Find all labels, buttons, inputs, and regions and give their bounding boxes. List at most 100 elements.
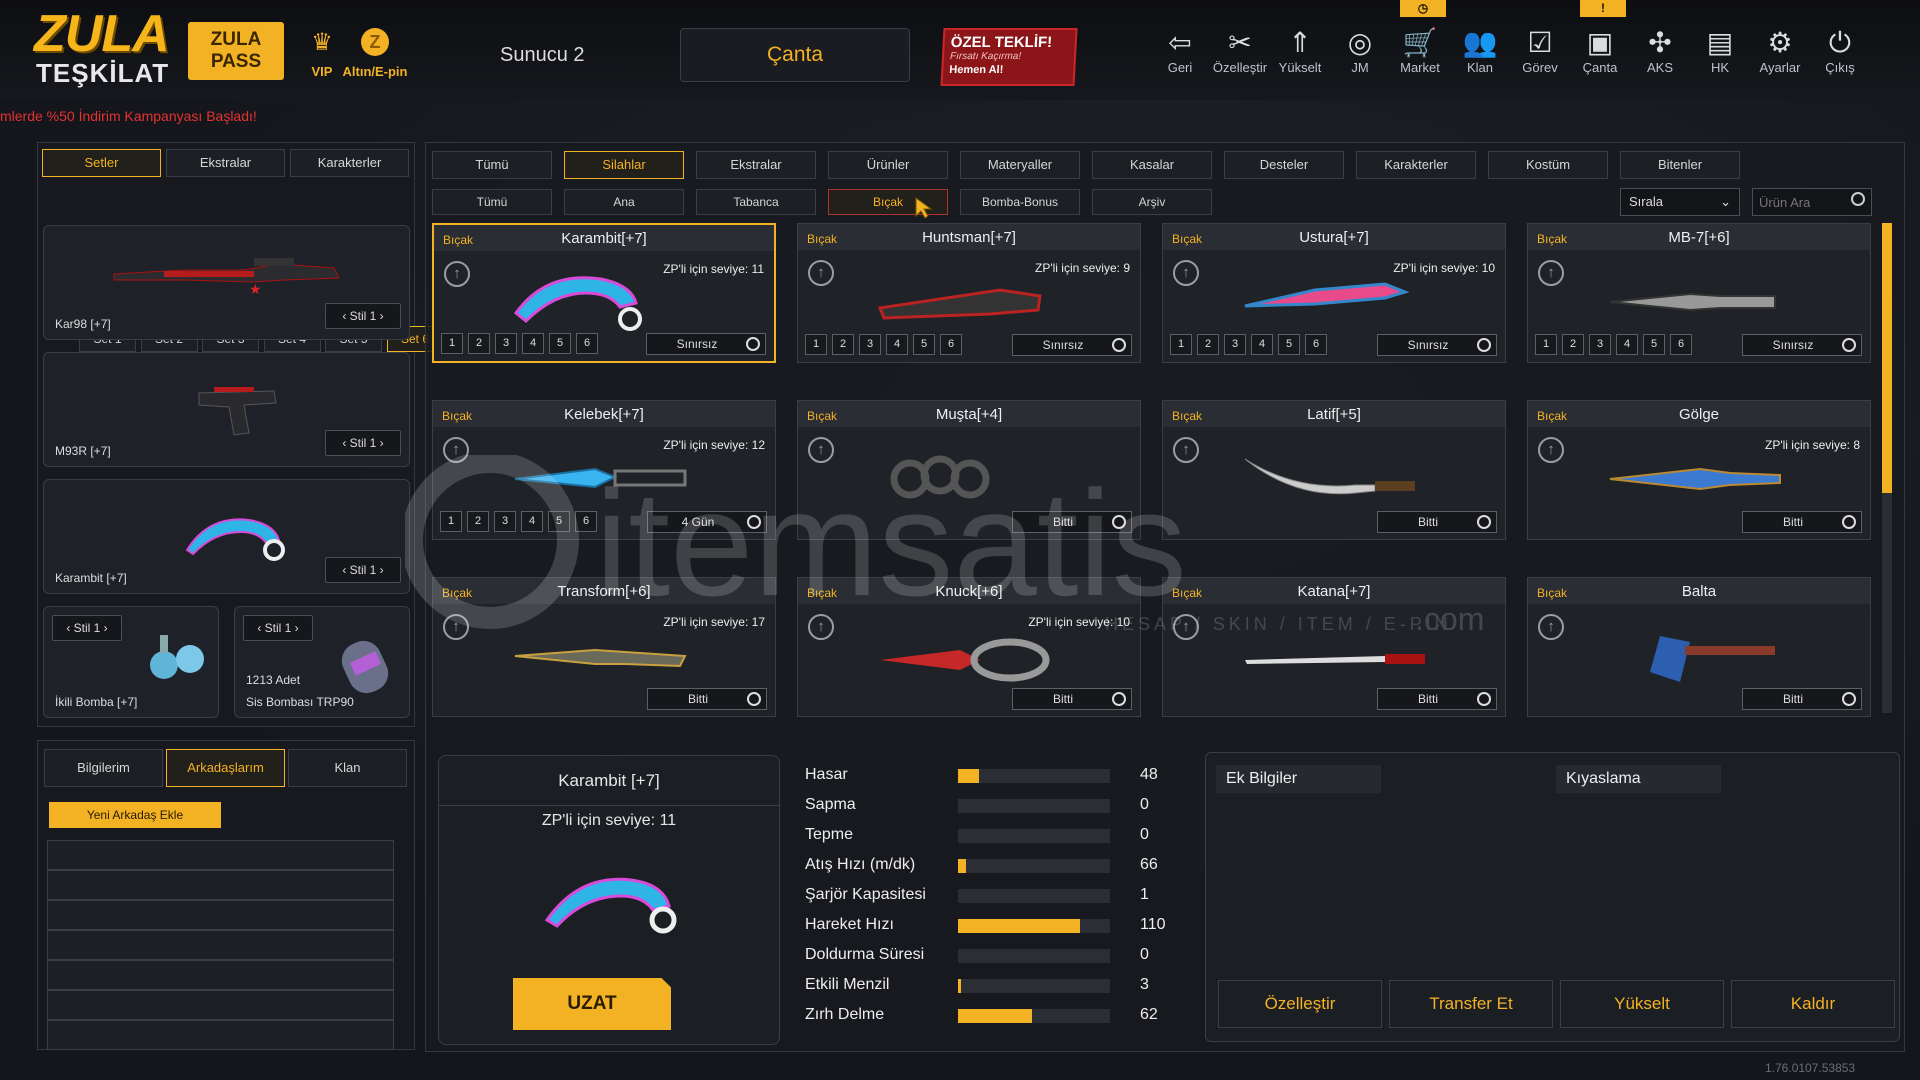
upgrade-arrow-icon[interactable]: ↑ bbox=[1538, 614, 1564, 640]
style-selector[interactable]: ‹ Stil 1 › bbox=[325, 557, 401, 583]
nav-customize[interactable]: ✂ Özelleştir bbox=[1212, 26, 1268, 75]
nav-clan[interactable]: 👥 Klan bbox=[1452, 26, 1508, 75]
nav-mission[interactable]: ☑ Görev bbox=[1512, 26, 1568, 75]
upgrade-arrow-icon[interactable]: ↑ bbox=[1173, 260, 1199, 286]
friend-row[interactable] bbox=[47, 960, 394, 990]
category-tab-7[interactable]: Karakterler bbox=[1356, 151, 1476, 179]
category-tab-8[interactable]: Kostüm bbox=[1488, 151, 1608, 179]
level-box[interactable]: 2 bbox=[1197, 334, 1219, 355]
item-card[interactable]: Balta Bıçak ↑ Bitti bbox=[1527, 577, 1871, 717]
search-box[interactable] bbox=[1752, 188, 1872, 216]
item-card[interactable]: Muşta[+4] Bıçak ↑ Bitti bbox=[797, 400, 1141, 540]
upgrade-arrow-icon[interactable]: ↑ bbox=[808, 260, 834, 286]
level-box[interactable]: 6 bbox=[1670, 334, 1692, 355]
style-selector[interactable]: ‹ Stil 1 › bbox=[325, 303, 401, 329]
item-card[interactable]: Latif[+5] Bıçak ↑ Bitti bbox=[1162, 400, 1506, 540]
grenade-slot-1[interactable]: ‹ Stil 1 › İkili Bomba [+7] bbox=[43, 606, 219, 718]
level-box[interactable]: 4 bbox=[886, 334, 908, 355]
nav-wallet[interactable]: ▤ HK bbox=[1692, 26, 1748, 75]
action-button-1[interactable]: Transfer Et bbox=[1389, 980, 1553, 1028]
scrollbar-track[interactable] bbox=[1882, 223, 1892, 713]
level-box[interactable]: 3 bbox=[494, 511, 516, 532]
upgrade-arrow-icon[interactable]: ↑ bbox=[808, 614, 834, 640]
item-card[interactable]: MB-7[+6] Bıçak ↑ 1 2 3 4 5 6 Sınırsız bbox=[1527, 223, 1871, 363]
extend-button[interactable]: UZAT bbox=[513, 978, 671, 1030]
add-friend-button[interactable]: Yeni Arkadaş Ekle bbox=[49, 802, 221, 828]
friend-row[interactable] bbox=[47, 840, 394, 870]
level-box[interactable]: 1 bbox=[440, 511, 462, 532]
upgrade-arrow-icon[interactable]: ↑ bbox=[1173, 437, 1199, 463]
category-tab-4[interactable]: Materyaller bbox=[960, 151, 1080, 179]
level-box[interactable]: 5 bbox=[913, 334, 935, 355]
nav-power[interactable]: ⏻ Çıkış bbox=[1812, 26, 1868, 75]
subcategory-tab-5[interactable]: Arşiv bbox=[1092, 189, 1212, 215]
friend-row[interactable] bbox=[47, 930, 394, 960]
tab-setler[interactable]: Setler bbox=[42, 149, 161, 177]
level-box[interactable]: 1 bbox=[1535, 334, 1557, 355]
category-tab-1[interactable]: Silahlar bbox=[564, 151, 684, 179]
nav-coins[interactable]: ◎ JM bbox=[1332, 26, 1388, 75]
style-selector[interactable]: ‹ Stil 1 › bbox=[325, 430, 401, 456]
zula-pass-button[interactable]: ZULA PASS bbox=[188, 22, 284, 80]
grenade-slot-2[interactable]: ‹ Stil 1 › 1213 Adet Sis Bombası TRP90 bbox=[234, 606, 410, 718]
tab-arkadaslarim[interactable]: Arkadaşlarım bbox=[166, 749, 285, 787]
search-input[interactable] bbox=[1753, 189, 1849, 215]
action-button-0[interactable]: Özelleştir bbox=[1218, 980, 1382, 1028]
item-card[interactable]: Ustura[+7] Bıçak ↑ ZP'li için seviye: 10 1… bbox=[1162, 223, 1506, 363]
level-box[interactable]: 3 bbox=[1224, 334, 1246, 355]
nav-gear[interactable]: ⚙ Ayarlar bbox=[1752, 26, 1808, 75]
upgrade-arrow-icon[interactable]: ↑ bbox=[1538, 437, 1564, 463]
level-box[interactable]: 3 bbox=[1589, 334, 1611, 355]
style-selector[interactable]: ‹ Stil 1 › bbox=[243, 615, 313, 641]
level-box[interactable]: 2 bbox=[467, 511, 489, 532]
primary-weapon-slot[interactable]: ★ Kar98 [+7] ‹ Stil 1 › bbox=[43, 225, 410, 340]
melee-weapon-slot[interactable]: Karambit [+7] ‹ Stil 1 › bbox=[43, 479, 410, 594]
nav-back[interactable]: ⇦ Geri bbox=[1152, 26, 1208, 75]
upgrade-arrow-icon[interactable]: ↑ bbox=[1173, 614, 1199, 640]
level-box[interactable]: 4 bbox=[521, 511, 543, 532]
friend-row[interactable] bbox=[47, 1020, 394, 1050]
level-box[interactable]: 2 bbox=[1562, 334, 1584, 355]
special-offer-banner[interactable]: ÖZEL TEKLİF! Fırsatı Kaçırma! Hemen Al! bbox=[940, 28, 1078, 86]
nav-upgrade[interactable]: ⇑ Yükselt bbox=[1272, 26, 1328, 75]
category-tab-2[interactable]: Ekstralar bbox=[696, 151, 816, 179]
search-icon[interactable] bbox=[1851, 192, 1865, 206]
item-card[interactable]: Gölge Bıçak ↑ ZP'li için seviye: 8 Bitti bbox=[1527, 400, 1871, 540]
subcategory-tab-1[interactable]: Ana bbox=[564, 189, 684, 215]
tab-karakterler[interactable]: Karakterler bbox=[290, 149, 409, 177]
level-box[interactable]: 5 bbox=[549, 333, 571, 354]
vip-crown-icon[interactable]: ♛ bbox=[306, 28, 338, 56]
item-card[interactable]: Katana[+7] Bıçak ↑ Bitti bbox=[1162, 577, 1506, 717]
tab-ekstralar[interactable]: Ekstralar bbox=[166, 149, 285, 177]
action-button-2[interactable]: Yükselt bbox=[1560, 980, 1724, 1028]
sort-dropdown[interactable]: Sırala ⌄ bbox=[1620, 188, 1740, 216]
level-box[interactable]: 2 bbox=[832, 334, 854, 355]
gold-coin-icon[interactable]: Z bbox=[361, 28, 389, 56]
action-button-3[interactable]: Kaldır bbox=[1731, 980, 1895, 1028]
subcategory-tab-4[interactable]: Bomba-Bonus bbox=[960, 189, 1080, 215]
tab-klan[interactable]: Klan bbox=[288, 749, 407, 787]
category-tab-5[interactable]: Kasalar bbox=[1092, 151, 1212, 179]
level-box[interactable]: 5 bbox=[1643, 334, 1665, 355]
nav-cart[interactable]: 🛒 Market bbox=[1392, 26, 1448, 75]
tab-bilgilerim[interactable]: Bilgilerim bbox=[44, 749, 163, 787]
scrollbar-thumb[interactable] bbox=[1882, 223, 1892, 493]
category-tab-9[interactable]: Bitenler bbox=[1620, 151, 1740, 179]
level-box[interactable]: 3 bbox=[859, 334, 881, 355]
upgrade-arrow-icon[interactable]: ↑ bbox=[808, 437, 834, 463]
nav-bag[interactable]: ▣ Çanta bbox=[1572, 26, 1628, 75]
level-box[interactable]: 6 bbox=[575, 511, 597, 532]
item-card[interactable]: Kelebek[+7] Bıçak ↑ ZP'li için seviye: 12… bbox=[432, 400, 776, 540]
friend-row[interactable] bbox=[47, 900, 394, 930]
friend-row[interactable] bbox=[47, 870, 394, 900]
level-box[interactable]: 4 bbox=[1616, 334, 1638, 355]
item-card[interactable]: Karambit[+7] Bıçak ↑ ZP'li için seviye: 1… bbox=[432, 223, 776, 363]
item-card[interactable]: Transform[+6] Bıçak ↑ ZP'li için seviye: … bbox=[432, 577, 776, 717]
level-box[interactable]: 1 bbox=[1170, 334, 1192, 355]
level-box[interactable]: 5 bbox=[548, 511, 570, 532]
level-box[interactable]: 6 bbox=[576, 333, 598, 354]
category-tab-0[interactable]: Tümü bbox=[432, 151, 552, 179]
item-card[interactable]: Huntsman[+7] Bıçak ↑ ZP'li için seviye: 9… bbox=[797, 223, 1141, 363]
subcategory-tab-2[interactable]: Tabanca bbox=[696, 189, 816, 215]
subcategory-tab-0[interactable]: Tümü bbox=[432, 189, 552, 215]
